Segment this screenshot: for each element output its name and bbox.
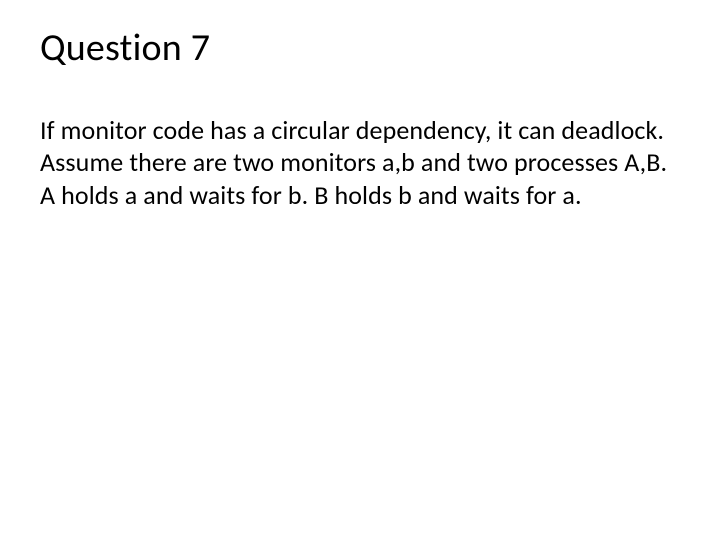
body-line-1: If monitor code has a circular dependenc… [40,114,680,147]
slide-title: Question 7 [40,28,680,70]
slide-body: If monitor code has a circular dependenc… [40,114,680,212]
slide: Question 7 If monitor code has a circula… [0,0,720,540]
body-line-2: Assume there are two monitors a,b and tw… [40,146,680,211]
